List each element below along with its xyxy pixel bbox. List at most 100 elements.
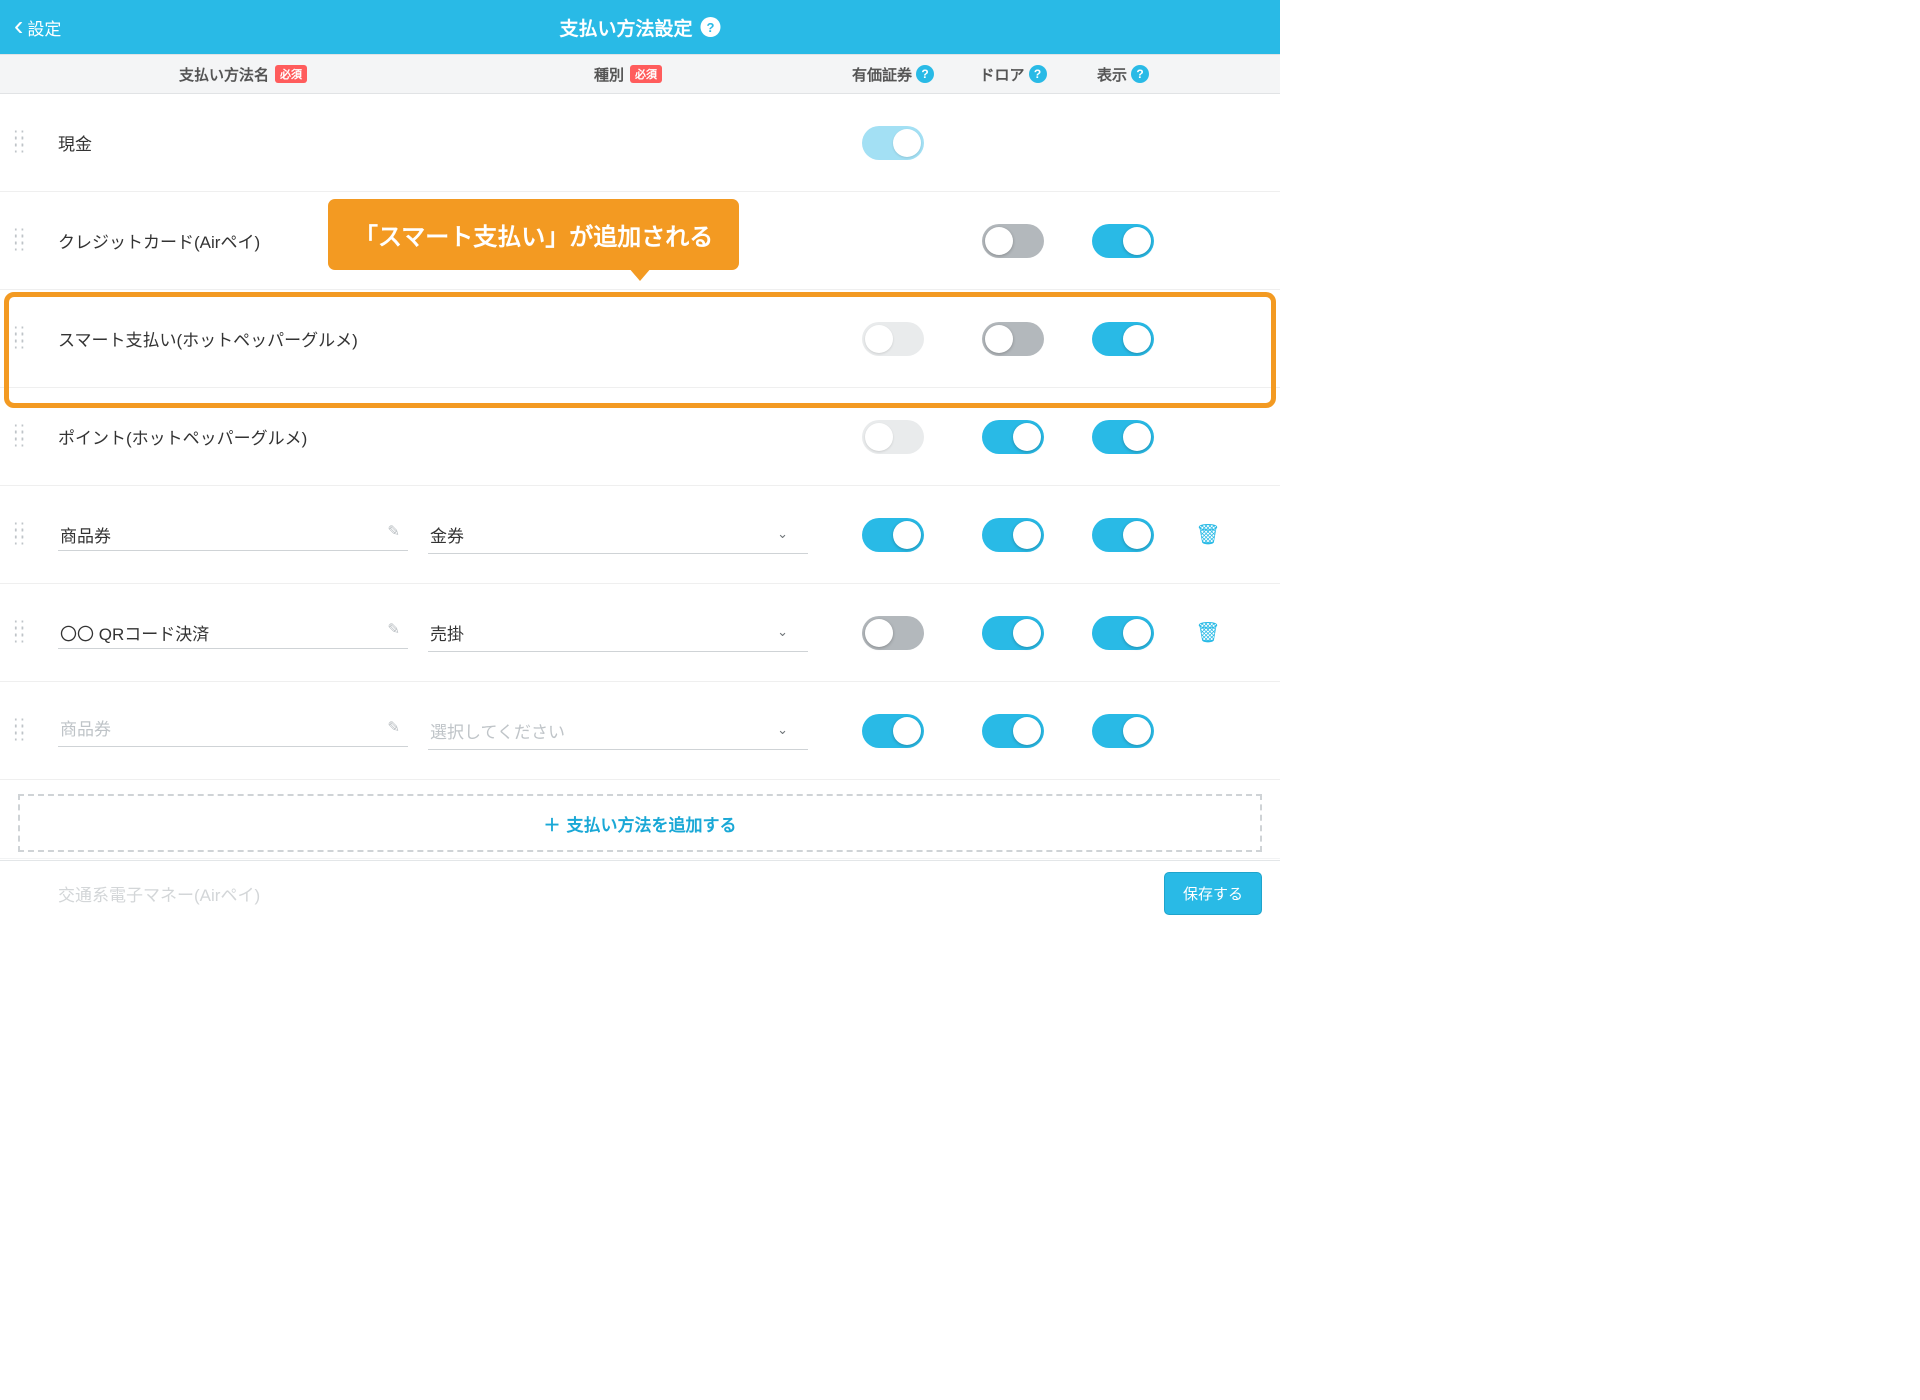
payment-name: 現金 xyxy=(58,130,828,155)
page-title-group: 支払い方法設定 ? xyxy=(559,14,720,41)
pencil-icon: ✎ xyxy=(387,620,400,638)
toggle-display-cell xyxy=(1068,714,1178,748)
chevron-left-icon: ‹ xyxy=(14,12,23,40)
chevron-down-icon: ⌄ xyxy=(777,624,788,640)
drag-handle-icon[interactable]: ∷∷∷ xyxy=(14,622,58,643)
toggle-security[interactable] xyxy=(862,714,924,748)
col-type: 種別 必須 xyxy=(428,64,828,85)
help-icon[interactable]: ? xyxy=(916,65,934,83)
drag-handle-icon[interactable]: ∷∷∷ xyxy=(14,524,58,545)
help-icon[interactable]: ? xyxy=(1131,65,1149,83)
toggle-display[interactable] xyxy=(1092,714,1154,748)
help-icon[interactable]: ? xyxy=(701,17,721,37)
col-name-label: 支払い方法名 xyxy=(179,64,269,85)
toggle-drawer-cell xyxy=(958,616,1068,650)
required-badge: 必須 xyxy=(630,65,662,83)
toggle-display-cell xyxy=(1068,420,1178,454)
drag-handle-icon[interactable]: ∷∷∷ xyxy=(14,426,58,447)
toggle-display[interactable] xyxy=(1092,616,1154,650)
select-placeholder: 選択してください xyxy=(430,718,565,743)
trash-icon[interactable]: 🗑 xyxy=(1195,522,1220,547)
pencil-icon: ✎ xyxy=(387,718,400,736)
payment-type-select[interactable]: 選択してください ⌄ xyxy=(428,712,808,750)
toggle-drawer-cell xyxy=(958,714,1068,748)
payment-name-input[interactable] xyxy=(58,714,408,747)
drag-handle-icon[interactable]: ∷∷∷ xyxy=(14,328,58,349)
save-button[interactable]: 保存する xyxy=(1164,872,1262,915)
toggle-security-cell xyxy=(828,518,958,552)
select-value: 金券 xyxy=(430,522,464,547)
toggle-security xyxy=(862,126,924,160)
toggle-display[interactable] xyxy=(1092,322,1154,356)
col-security-label: 有価証券 xyxy=(852,64,912,85)
annotation-arrow-icon xyxy=(628,267,652,281)
toggle-security xyxy=(862,420,924,454)
col-name: 支払い方法名 必須 xyxy=(58,64,428,85)
payment-row-editable: ∷∷∷ ✎ 金券 ⌄ 🗑 xyxy=(0,486,1280,584)
required-badge: 必須 xyxy=(275,65,307,83)
toggle-security-cell xyxy=(828,322,958,356)
toggle-drawer[interactable] xyxy=(982,322,1044,356)
col-type-label: 種別 xyxy=(594,64,624,85)
chevron-down-icon: ⌄ xyxy=(777,526,788,542)
toggle-security xyxy=(862,322,924,356)
page-title: 支払い方法設定 xyxy=(559,14,692,41)
plus-icon: ＋ xyxy=(544,811,561,836)
toggle-drawer[interactable] xyxy=(982,616,1044,650)
toggle-display-cell xyxy=(1068,616,1178,650)
toggle-security-cell xyxy=(828,420,958,454)
payment-name: 交通系電子マネー(Airペイ) xyxy=(58,881,260,906)
payment-name-input[interactable] xyxy=(58,518,408,551)
col-security: 有価証券 ? xyxy=(828,64,958,85)
toggle-display-cell xyxy=(1068,518,1178,552)
col-display-label: 表示 xyxy=(1097,64,1127,85)
payment-name-input[interactable] xyxy=(58,616,408,649)
toggle-drawer[interactable] xyxy=(982,714,1044,748)
toggle-drawer[interactable] xyxy=(982,420,1044,454)
toggle-security-cell xyxy=(828,126,958,160)
toggle-display[interactable] xyxy=(1092,420,1154,454)
pencil-icon: ✎ xyxy=(387,522,400,540)
footer-divider xyxy=(0,860,1280,861)
chevron-down-icon: ⌄ xyxy=(777,722,788,738)
toggle-display[interactable] xyxy=(1092,224,1154,258)
add-payment-label: 支払い方法を追加する xyxy=(567,811,737,836)
toggle-display-cell xyxy=(1068,224,1178,258)
toggle-drawer-cell xyxy=(958,420,1068,454)
toggle-display-cell xyxy=(1068,322,1178,356)
col-drawer: ドロア ? xyxy=(958,64,1068,85)
back-label: 設定 xyxy=(27,15,61,40)
add-payment-button[interactable]: ＋ 支払い方法を追加する xyxy=(18,794,1262,852)
back-button[interactable]: ‹ 設定 xyxy=(14,14,61,40)
payment-type-select[interactable]: 売掛 ⌄ xyxy=(428,614,808,652)
toggle-display[interactable] xyxy=(1092,518,1154,552)
toggle-security-cell xyxy=(828,616,958,650)
payment-name: ポイント(ホットペッパーグルメ) xyxy=(58,424,828,449)
payment-row: ∷∷∷ ポイント(ホットペッパーグルメ) xyxy=(0,388,1280,486)
payment-type-select[interactable]: 金券 ⌄ xyxy=(428,516,808,554)
toggle-drawer-cell xyxy=(958,322,1068,356)
col-drawer-label: ドロア xyxy=(979,64,1024,85)
select-value: 売掛 xyxy=(430,620,464,645)
payment-row-new: ∷∷∷ ✎ 選択してください ⌄ xyxy=(0,682,1280,780)
toggle-security[interactable] xyxy=(862,616,924,650)
app-header: ‹ 設定 支払い方法設定 ? xyxy=(0,0,1280,54)
drag-handle-icon[interactable]: ∷∷∷ xyxy=(14,230,58,251)
toggle-drawer[interactable] xyxy=(982,224,1044,258)
payment-row-editable: ∷∷∷ ✎ 売掛 ⌄ 🗑 xyxy=(0,584,1280,682)
toggle-security-cell xyxy=(828,714,958,748)
drag-handle-icon[interactable]: ∷∷∷ xyxy=(14,720,58,741)
payment-row-smart: ∷∷∷ スマート支払い(ホットペッパーグルメ) xyxy=(0,290,1280,388)
toggle-drawer-cell xyxy=(958,224,1068,258)
trash-icon[interactable]: 🗑 xyxy=(1195,620,1220,645)
payment-row: ∷∷∷ 現金 xyxy=(0,94,1280,192)
payment-name: スマート支払い(ホットペッパーグルメ) xyxy=(58,326,828,351)
payment-row-disabled: 交通系電子マネー(Airペイ) xyxy=(0,858,1280,928)
help-icon[interactable]: ? xyxy=(1029,65,1047,83)
annotation-callout: 「スマート支払い」が追加される xyxy=(328,199,739,270)
column-header: 支払い方法名 必須 種別 必須 有価証券 ? ドロア ? 表示 ? xyxy=(0,54,1280,94)
drag-handle-icon[interactable]: ∷∷∷ xyxy=(14,132,58,153)
toggle-drawer-cell xyxy=(958,518,1068,552)
toggle-security[interactable] xyxy=(862,518,924,552)
toggle-drawer[interactable] xyxy=(982,518,1044,552)
